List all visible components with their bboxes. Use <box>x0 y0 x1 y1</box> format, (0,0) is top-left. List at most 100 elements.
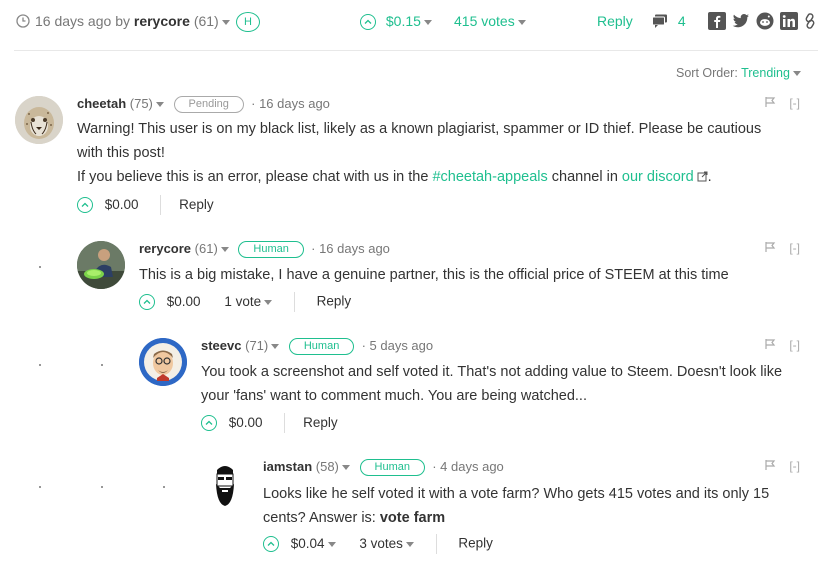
separator <box>284 413 286 433</box>
comment-text-line: If you believe this is an error, please … <box>77 165 797 189</box>
text-span: . <box>707 169 712 185</box>
author-reputation: (71) <box>245 338 269 353</box>
comment-payout[interactable]: $0.00 <box>167 294 201 309</box>
comment-header: iamstan (58) Human · 4 days ago <box>263 458 504 477</box>
thread-dot <box>101 364 103 366</box>
comment-author[interactable]: iamstan <box>263 459 312 474</box>
twitter-icon[interactable] <box>732 12 750 30</box>
avatar-iamstan[interactable] <box>201 460 249 508</box>
upvote-icon[interactable] <box>77 197 93 213</box>
avatar-cheetah[interactable] <box>15 96 63 144</box>
author-dropdown-caret[interactable] <box>341 465 350 471</box>
comment-header: steevc (71) Human · 5 days ago <box>201 337 434 356</box>
discord-link[interactable]: our discord <box>622 169 694 185</box>
comments-count-value: 4 <box>677 13 686 29</box>
flag-icon[interactable] <box>764 96 776 108</box>
reply-link[interactable]: Reply <box>458 536 493 551</box>
post-votes-text: 415 votes <box>454 13 515 29</box>
comment-actions: [-] <box>764 459 800 473</box>
author-dropdown-caret[interactable] <box>271 344 280 350</box>
separator <box>160 195 162 215</box>
collapse-toggle[interactable]: [-] <box>789 241 800 255</box>
post-reply-link[interactable]: Reply <box>597 12 633 30</box>
collapse-toggle[interactable]: [-] <box>789 338 800 352</box>
comment-votes[interactable]: 1 vote <box>224 294 261 309</box>
comment-payout[interactable]: $0.00 <box>105 197 139 212</box>
upvote-icon[interactable] <box>360 14 376 31</box>
upvote-icon[interactable] <box>263 536 279 552</box>
status-badge: Pending <box>173 96 244 114</box>
comment-actions: [-] <box>764 241 800 255</box>
comment-footer: $0.00 Reply <box>77 195 214 215</box>
status-badge: Human <box>359 459 425 477</box>
reply-link[interactable]: Reply <box>317 294 352 309</box>
votes-dropdown-caret[interactable] <box>264 299 273 305</box>
human-badge-label: H <box>236 12 260 33</box>
divider <box>14 50 818 51</box>
comment-footer: $0.00 1 vote Reply <box>139 292 351 312</box>
comment-body: You took a screenshot and self voted it.… <box>201 360 821 408</box>
comments-icon <box>652 14 667 28</box>
link-icon[interactable] <box>804 12 816 30</box>
thread-dot <box>39 266 41 268</box>
comments-count[interactable]: 4 <box>652 12 686 30</box>
author-dropdown-caret[interactable] <box>155 102 164 108</box>
post-footer-bar: 16 days ago by rerycore (61) H $0.15 415… <box>0 0 832 44</box>
comment-header: rerycore (61) Human · 16 days ago <box>139 240 390 259</box>
comment-time[interactable]: 4 days ago <box>440 459 504 474</box>
linkedin-icon[interactable] <box>780 12 798 31</box>
comment-actions: [-] <box>764 96 800 110</box>
post-votes[interactable]: 415 votes <box>454 12 526 30</box>
comment-time[interactable]: 16 days ago <box>259 96 330 111</box>
reply-link[interactable]: Reply <box>179 197 214 212</box>
bold-text: vote farm <box>379 510 446 526</box>
thread-dot <box>163 486 165 488</box>
sort-dropdown-caret[interactable] <box>792 71 801 77</box>
comment-footer: $0.00 Reply <box>201 413 338 433</box>
post-vote-area: $0.15 <box>360 12 432 31</box>
thread-dot <box>101 486 103 488</box>
post-age-text: 16 days ago <box>35 13 112 29</box>
reddit-icon[interactable] <box>756 12 774 30</box>
comment-payout[interactable]: $0.04 <box>291 536 325 551</box>
external-link-icon <box>697 171 708 182</box>
channel-link[interactable]: #cheetah-appeals <box>432 169 547 185</box>
comment-votes[interactable]: 3 votes <box>359 536 403 551</box>
separator <box>293 292 295 312</box>
facebook-icon[interactable] <box>708 12 726 31</box>
author-dropdown-caret[interactable] <box>220 247 229 253</box>
payout-dropdown-caret[interactable] <box>327 541 336 547</box>
post-author-link[interactable]: rerycore <box>134 13 190 29</box>
text-span: If you believe this is an error, please … <box>77 169 429 185</box>
sort-order: Sort Order: Trending <box>676 66 801 80</box>
flag-icon[interactable] <box>764 338 776 350</box>
comment-author[interactable]: rerycore <box>139 241 191 256</box>
upvote-icon[interactable] <box>201 415 217 431</box>
avatar-steevc[interactable] <box>139 338 187 386</box>
flag-icon[interactable] <box>764 459 776 471</box>
sort-order-select[interactable]: Trending <box>741 66 790 80</box>
comment-payout[interactable]: $0.00 <box>229 415 263 430</box>
author-dropdown-caret[interactable] <box>221 19 230 25</box>
collapse-toggle[interactable]: [-] <box>789 96 800 110</box>
post-payout[interactable]: $0.15 <box>386 13 421 29</box>
flag-icon[interactable] <box>764 241 776 253</box>
votes-dropdown-caret[interactable] <box>405 541 414 547</box>
upvote-icon[interactable] <box>139 294 155 310</box>
comment-time[interactable]: 5 days ago <box>370 338 434 353</box>
thread-dot <box>39 486 41 488</box>
reply-link[interactable]: Reply <box>303 415 338 430</box>
comment-time[interactable]: 16 days ago <box>319 241 390 256</box>
avatar-rerycore[interactable] <box>77 241 125 289</box>
post-author-reputation: (61) <box>193 13 219 29</box>
comment-text-line: with this post! <box>77 145 165 161</box>
payout-dropdown-caret[interactable] <box>423 19 432 25</box>
collapse-toggle[interactable]: [-] <box>789 459 800 473</box>
votes-dropdown-caret[interactable] <box>517 19 526 25</box>
comment-author[interactable]: cheetah <box>77 96 126 111</box>
comment-text-line: This is a big mistake, I have a genuine … <box>139 267 729 283</box>
comment-header: cheetah (75) Pending · 16 days ago <box>77 95 330 114</box>
comment-body: Looks like he self voted it with a vote … <box>263 482 823 530</box>
comment-author[interactable]: steevc <box>201 338 241 353</box>
sort-order-label: Sort Order: <box>676 66 738 80</box>
